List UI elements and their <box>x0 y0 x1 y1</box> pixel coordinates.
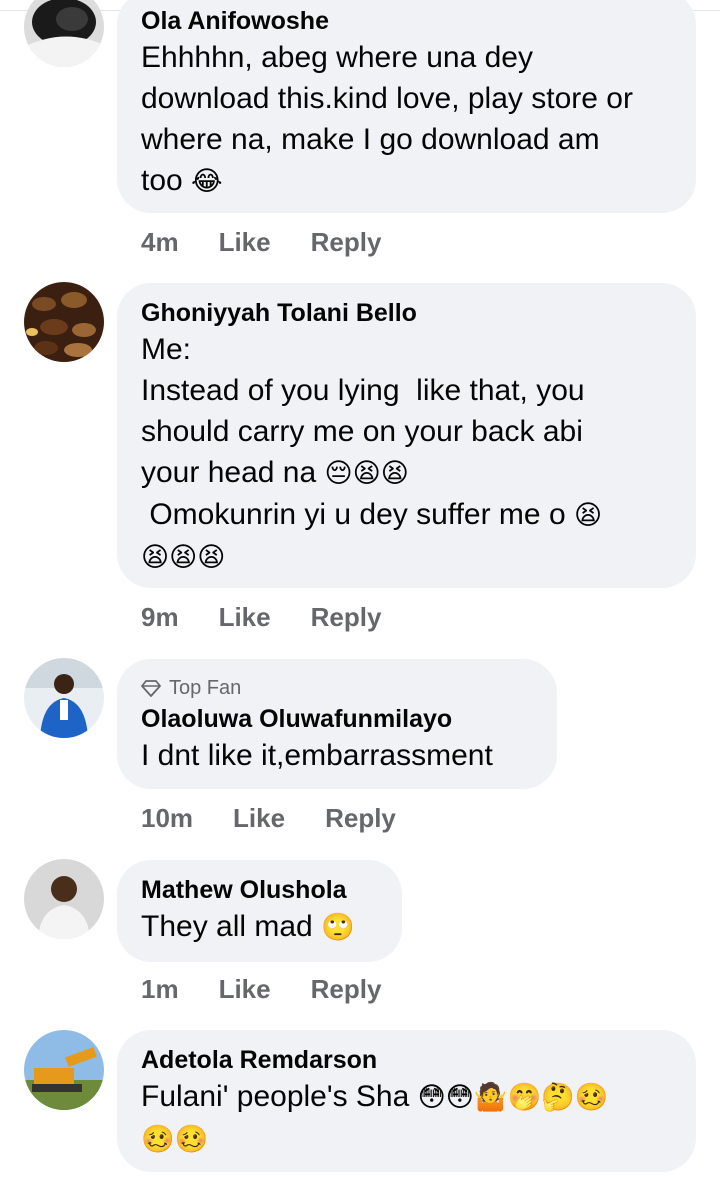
comment-bubble: Adetola Remdarson Fulani' people's Sha 😳… <box>117 1030 696 1172</box>
diamond-icon <box>141 680 161 697</box>
comment-text: Ehhhhn, abeg where una dey download this.… <box>141 41 633 197</box>
like-button[interactable]: Like <box>219 974 271 1005</box>
commenter-name[interactable]: Ghoniyyah Tolani Bello <box>141 297 672 329</box>
avatar[interactable] <box>24 282 104 362</box>
reply-button[interactable]: Reply <box>325 803 396 834</box>
comment-bubble: Mathew Olushola They all mad 🙄 <box>117 860 402 962</box>
comment-bubble: Ghoniyyah Tolani Bello Me: Instead of you… <box>117 283 696 588</box>
comment-text: I dnt like it,embarrassment <box>141 739 493 772</box>
avatar[interactable] <box>24 1030 104 1110</box>
comment-actions: 4m Like Reply <box>141 227 421 258</box>
reply-button[interactable]: Reply <box>311 974 382 1005</box>
comment-time[interactable]: 10m <box>141 803 193 834</box>
comment-time[interactable]: 9m <box>141 602 179 633</box>
commenter-name[interactable]: Olaoluwa Oluwafunmilayo <box>141 703 533 735</box>
comment-actions: 9m Like Reply <box>141 602 421 633</box>
comment-time[interactable]: 1m <box>141 974 179 1005</box>
comment-text: Me: Instead of you lying like that, you sh… <box>141 333 603 573</box>
reply-button[interactable]: Reply <box>311 602 382 633</box>
commenter-name[interactable]: Adetola Remdarson <box>141 1044 672 1076</box>
avatar[interactable] <box>24 0 104 67</box>
comment-bubble: Top Fan Olaoluwa Oluwafunmilayo I dnt li… <box>117 659 557 789</box>
comment-text: They all mad 🙄 <box>141 910 355 943</box>
comment-time[interactable]: 4m <box>141 227 179 258</box>
commenter-name[interactable]: Ola Anifowoshe <box>141 5 672 37</box>
comment-actions: 10m Like Reply <box>141 803 436 834</box>
comment-bubble: Ola Anifowoshe Ehhhhn, abeg where una de… <box>117 0 696 213</box>
badge-label: Top Fan <box>169 676 242 699</box>
top-fan-badge: Top Fan <box>141 675 533 701</box>
comment-text: Fulani' people's Sha 😳😳🤷🤭🤔🥴 🥴🥴 <box>141 1080 609 1155</box>
avatar[interactable] <box>24 859 104 939</box>
like-button[interactable]: Like <box>219 602 271 633</box>
comment-actions: 1m Like Reply <box>141 974 421 1005</box>
commenter-name[interactable]: Mathew Olushola <box>141 874 378 906</box>
avatar[interactable] <box>24 658 104 738</box>
reply-button[interactable]: Reply <box>311 227 382 258</box>
like-button[interactable]: Like <box>219 227 271 258</box>
like-button[interactable]: Like <box>233 803 285 834</box>
